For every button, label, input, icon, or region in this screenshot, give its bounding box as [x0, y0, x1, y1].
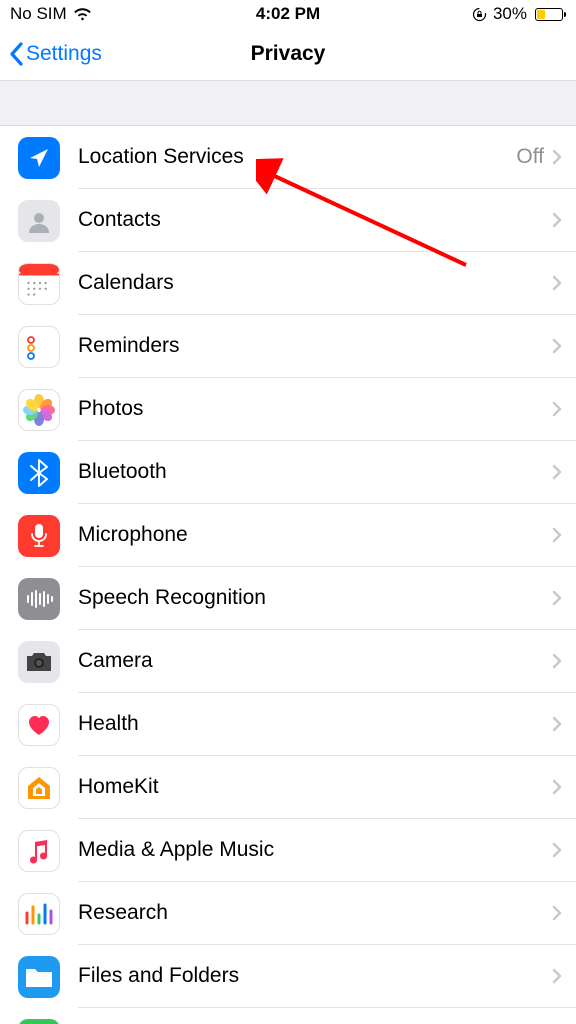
- rotation-lock-icon: [472, 7, 487, 22]
- speech-icon: [18, 578, 60, 620]
- row-photos[interactable]: Photos: [0, 378, 576, 441]
- battery-icon: [533, 8, 566, 21]
- section-spacer: [0, 80, 576, 126]
- row-label: Bluetooth: [78, 460, 167, 484]
- row-label: Calendars: [78, 271, 174, 295]
- row-label: Research: [78, 901, 168, 925]
- health-icon: [18, 704, 60, 746]
- back-button[interactable]: Settings: [0, 42, 102, 66]
- row-label: Media & Apple Music: [78, 838, 274, 862]
- fitness-icon: [18, 1019, 60, 1024]
- row-label: Location Services: [78, 145, 244, 169]
- row-microphone[interactable]: Microphone: [0, 504, 576, 567]
- status-right: 30%: [472, 4, 566, 24]
- row-files-and-folders[interactable]: Files and Folders: [0, 945, 576, 1008]
- row-label: Camera: [78, 649, 153, 673]
- chevron-right-icon: [552, 968, 562, 984]
- row-label: Reminders: [78, 334, 180, 358]
- wifi-icon: [73, 7, 92, 21]
- chevron-right-icon: [552, 842, 562, 858]
- row-label: Microphone: [78, 523, 188, 547]
- chevron-right-icon: [552, 779, 562, 795]
- contacts-icon: [18, 200, 60, 242]
- research-icon: [18, 893, 60, 935]
- row-calendars[interactable]: Calendars: [0, 252, 576, 315]
- camera-icon: [18, 641, 60, 683]
- row-reminders[interactable]: Reminders: [0, 315, 576, 378]
- row-label: Photos: [78, 397, 143, 421]
- folder-icon: [18, 956, 60, 998]
- row-motion-fitness[interactable]: Motion & Fitness: [0, 1008, 576, 1024]
- music-icon: [18, 830, 60, 872]
- homekit-icon: [18, 767, 60, 809]
- row-health[interactable]: Health: [0, 693, 576, 756]
- row-research[interactable]: Research: [0, 882, 576, 945]
- chevron-right-icon: [552, 149, 562, 165]
- chevron-right-icon: [552, 464, 562, 480]
- row-label: Contacts: [78, 208, 161, 232]
- battery-percent: 30%: [493, 4, 527, 24]
- page-title: Privacy: [251, 42, 326, 66]
- chevron-right-icon: [552, 401, 562, 417]
- chevron-left-icon: [8, 42, 24, 66]
- location-icon: [18, 137, 60, 179]
- photos-icon: [18, 389, 60, 431]
- row-camera[interactable]: Camera: [0, 630, 576, 693]
- microphone-icon: [18, 515, 60, 557]
- row-media-apple-music[interactable]: Media & Apple Music: [0, 819, 576, 882]
- row-label: Speech Recognition: [78, 586, 266, 610]
- row-label: Health: [78, 712, 139, 736]
- reminders-icon: [18, 326, 60, 368]
- row-bluetooth[interactable]: Bluetooth: [0, 441, 576, 504]
- chevron-right-icon: [552, 338, 562, 354]
- status-left: No SIM: [10, 4, 92, 24]
- chevron-right-icon: [552, 275, 562, 291]
- chevron-right-icon: [552, 653, 562, 669]
- row-homekit[interactable]: HomeKit: [0, 756, 576, 819]
- status-time: 4:02 PM: [256, 4, 320, 24]
- chevron-right-icon: [552, 212, 562, 228]
- back-label: Settings: [26, 42, 102, 66]
- row-value: Off: [516, 145, 544, 169]
- status-bar: No SIM 4:02 PM 30%: [0, 0, 576, 28]
- row-speech-recognition[interactable]: Speech Recognition: [0, 567, 576, 630]
- calendar-icon: [18, 263, 60, 305]
- chevron-right-icon: [552, 590, 562, 606]
- row-contacts[interactable]: Contacts: [0, 189, 576, 252]
- chevron-right-icon: [552, 905, 562, 921]
- row-location-services[interactable]: Location Services Off: [0, 126, 576, 189]
- row-label: HomeKit: [78, 775, 159, 799]
- bluetooth-icon: [18, 452, 60, 494]
- carrier-text: No SIM: [10, 4, 67, 24]
- row-label: Files and Folders: [78, 964, 239, 988]
- nav-bar: Settings Privacy: [0, 28, 576, 80]
- privacy-list: Location Services Off Contacts Calendars: [0, 126, 576, 1024]
- chevron-right-icon: [552, 716, 562, 732]
- chevron-right-icon: [552, 527, 562, 543]
